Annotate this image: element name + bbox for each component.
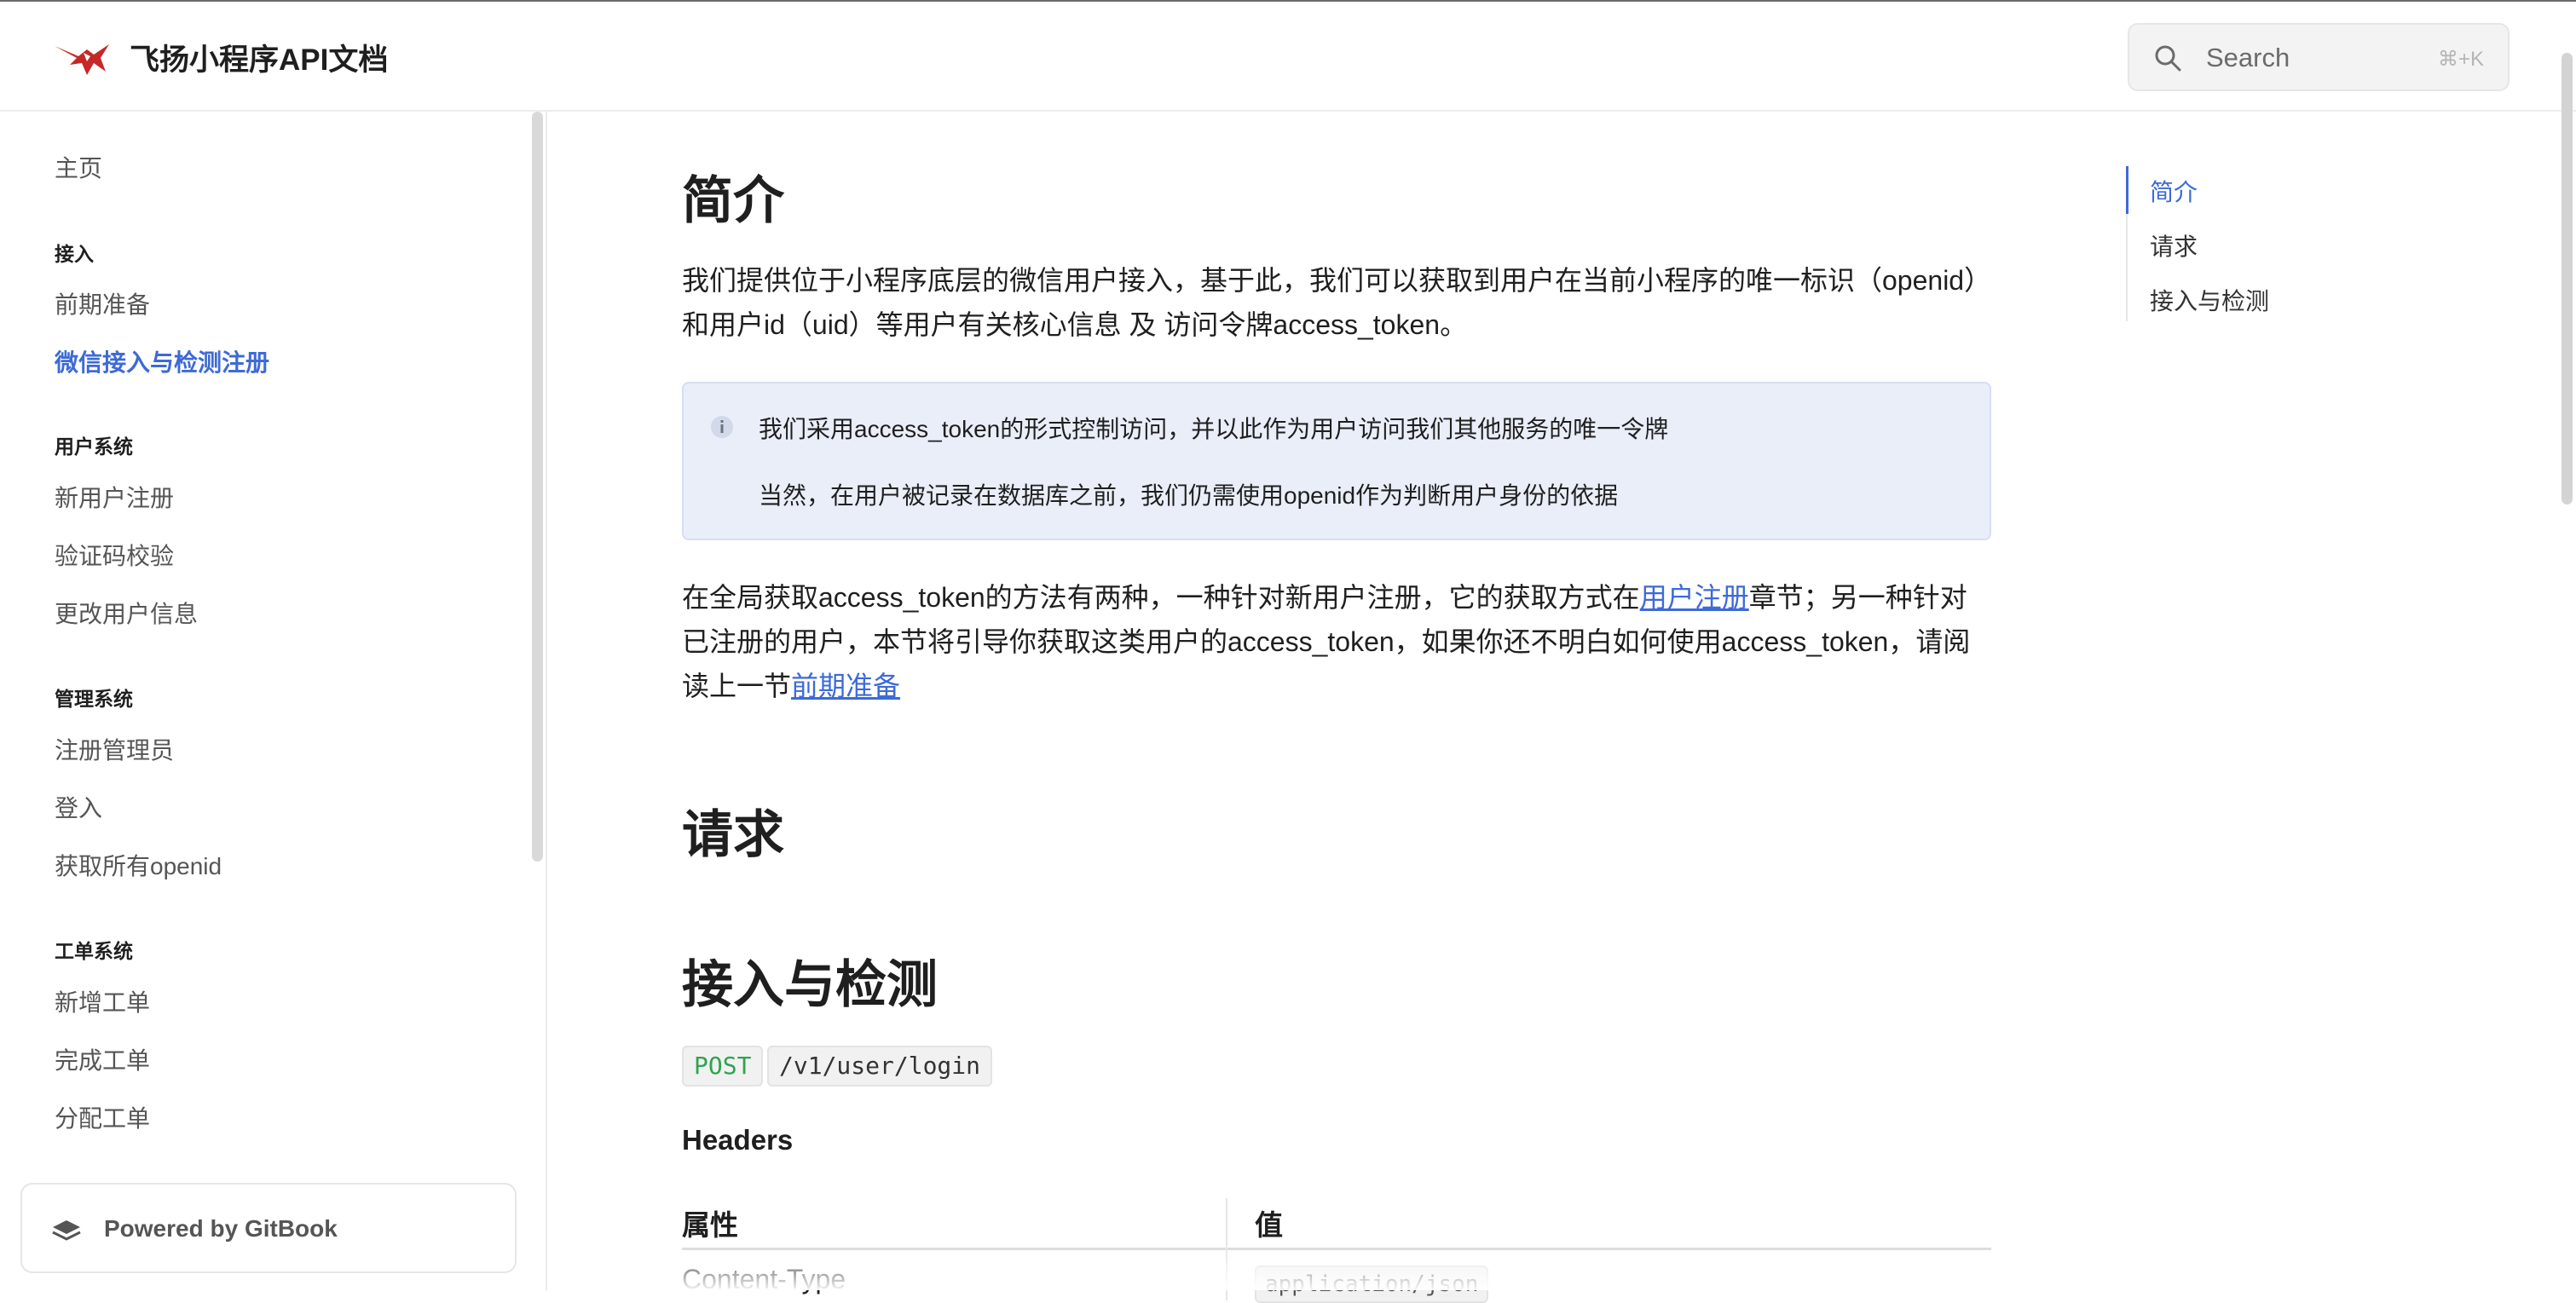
sidebar-item-wechat-access[interactable]: 微信接入与检测注册 (55, 344, 269, 378)
sidebar-item-register-admin[interactable]: 注册管理员 (55, 732, 174, 766)
http-method-badge: POST (682, 1046, 764, 1087)
info-callout: 我们采用access_token的形式控制访问，并以此作为用户访问我们其他服务的… (682, 382, 1991, 540)
toc-item-request[interactable]: 请求 (2150, 228, 2198, 262)
sidebar-item-register[interactable]: 新用户注册 (55, 480, 174, 514)
toc-item-intro[interactable]: 简介 (2150, 174, 2198, 208)
heading-access-check: 接入与检测 (682, 956, 938, 1013)
info-line-2: 当然，在用户被记录在数据库之前，我们仍需使用openid作为判断用户身份的依据 (759, 482, 1619, 509)
link-prep[interactable]: 前期准备 (791, 671, 900, 701)
sidebar-item-verify-code[interactable]: 验证码校验 (55, 538, 174, 572)
sidebar-item-get-openid[interactable]: 获取所有openid (55, 848, 222, 882)
info-icon (711, 416, 733, 438)
sidebar-item-home[interactable]: 主页 (55, 150, 102, 184)
toc-item-access-check[interactable]: 接入与检测 (2150, 283, 2269, 317)
powered-by-label: Powered by GitBook (104, 1215, 338, 1242)
sidebar-item-prep[interactable]: 前期准备 (55, 286, 150, 320)
powered-by-gitbook[interactable]: Powered by GitBook (20, 1183, 517, 1273)
toc-active-indicator (2126, 166, 2128, 214)
search-icon (2155, 45, 2181, 72)
gitbook-icon (52, 1220, 81, 1241)
sidebar: 主页 接入 前期准备 微信接入与检测注册 用户系统 新用户注册 验证码校验 更改… (0, 112, 546, 1290)
column-header-value: 值 (1255, 1209, 1283, 1241)
search-placeholder: Search (2206, 43, 2290, 72)
method-paragraph: 在全局获取access_token的方法有两种，一种针对新用户注册，它的获取方式… (682, 575, 1991, 708)
bird-logo-icon[interactable] (53, 37, 111, 78)
page-scrollbar[interactable] (2562, 53, 2573, 504)
app-title[interactable]: 飞扬小程序API文档 (130, 36, 388, 79)
sidebar-group-admin: 管理系统 (55, 688, 133, 710)
info-line-1: 我们采用access_token的形式控制访问，并以此作为用户访问我们其他服务的… (759, 416, 1669, 442)
sidebar-item-update-user[interactable]: 更改用户信息 (55, 596, 198, 630)
bottom-fade (547, 1244, 2550, 1290)
method-paragraph-part1: 在全局获取access_token的方法有两种，一种针对新用户注册，它的获取方式… (682, 582, 1640, 613)
sidebar-group-access: 接入 (55, 243, 94, 265)
link-user-register[interactable]: 用户注册 (1640, 582, 1749, 613)
sidebar-item-complete-ticket[interactable]: 完成工单 (55, 1042, 150, 1076)
search-box[interactable]: Search ⌘+K (2128, 23, 2510, 91)
intro-paragraph: 我们提供位于小程序底层的微信用户接入，基于此，我们可以获取到用户在当前小程序的唯… (682, 265, 1978, 340)
sidebar-item-assign-ticket[interactable]: 分配工单 (55, 1100, 150, 1134)
heading-request: 请求 (682, 806, 784, 863)
endpoint-path: /v1/user/login (767, 1046, 993, 1087)
headers-table-head: 属性 值 (682, 1196, 1991, 1250)
sidebar-divider (546, 112, 547, 1290)
sidebar-group-user: 用户系统 (55, 435, 133, 458)
sidebar-item-login[interactable]: 登入 (55, 790, 102, 824)
sidebar-item-new-ticket[interactable]: 新增工单 (55, 984, 150, 1018)
headers-heading: Headers (682, 1124, 794, 1156)
heading-intro: 简介 (682, 172, 784, 229)
top-bar: 飞扬小程序API文档 Search ⌘+K (0, 0, 2576, 112)
column-header-attribute: 属性 (682, 1209, 738, 1241)
sidebar-group-ticket: 工单系统 (55, 940, 133, 962)
sidebar-scrollbar[interactable] (532, 112, 543, 862)
search-shortcut: ⌘+K (2437, 48, 2484, 71)
